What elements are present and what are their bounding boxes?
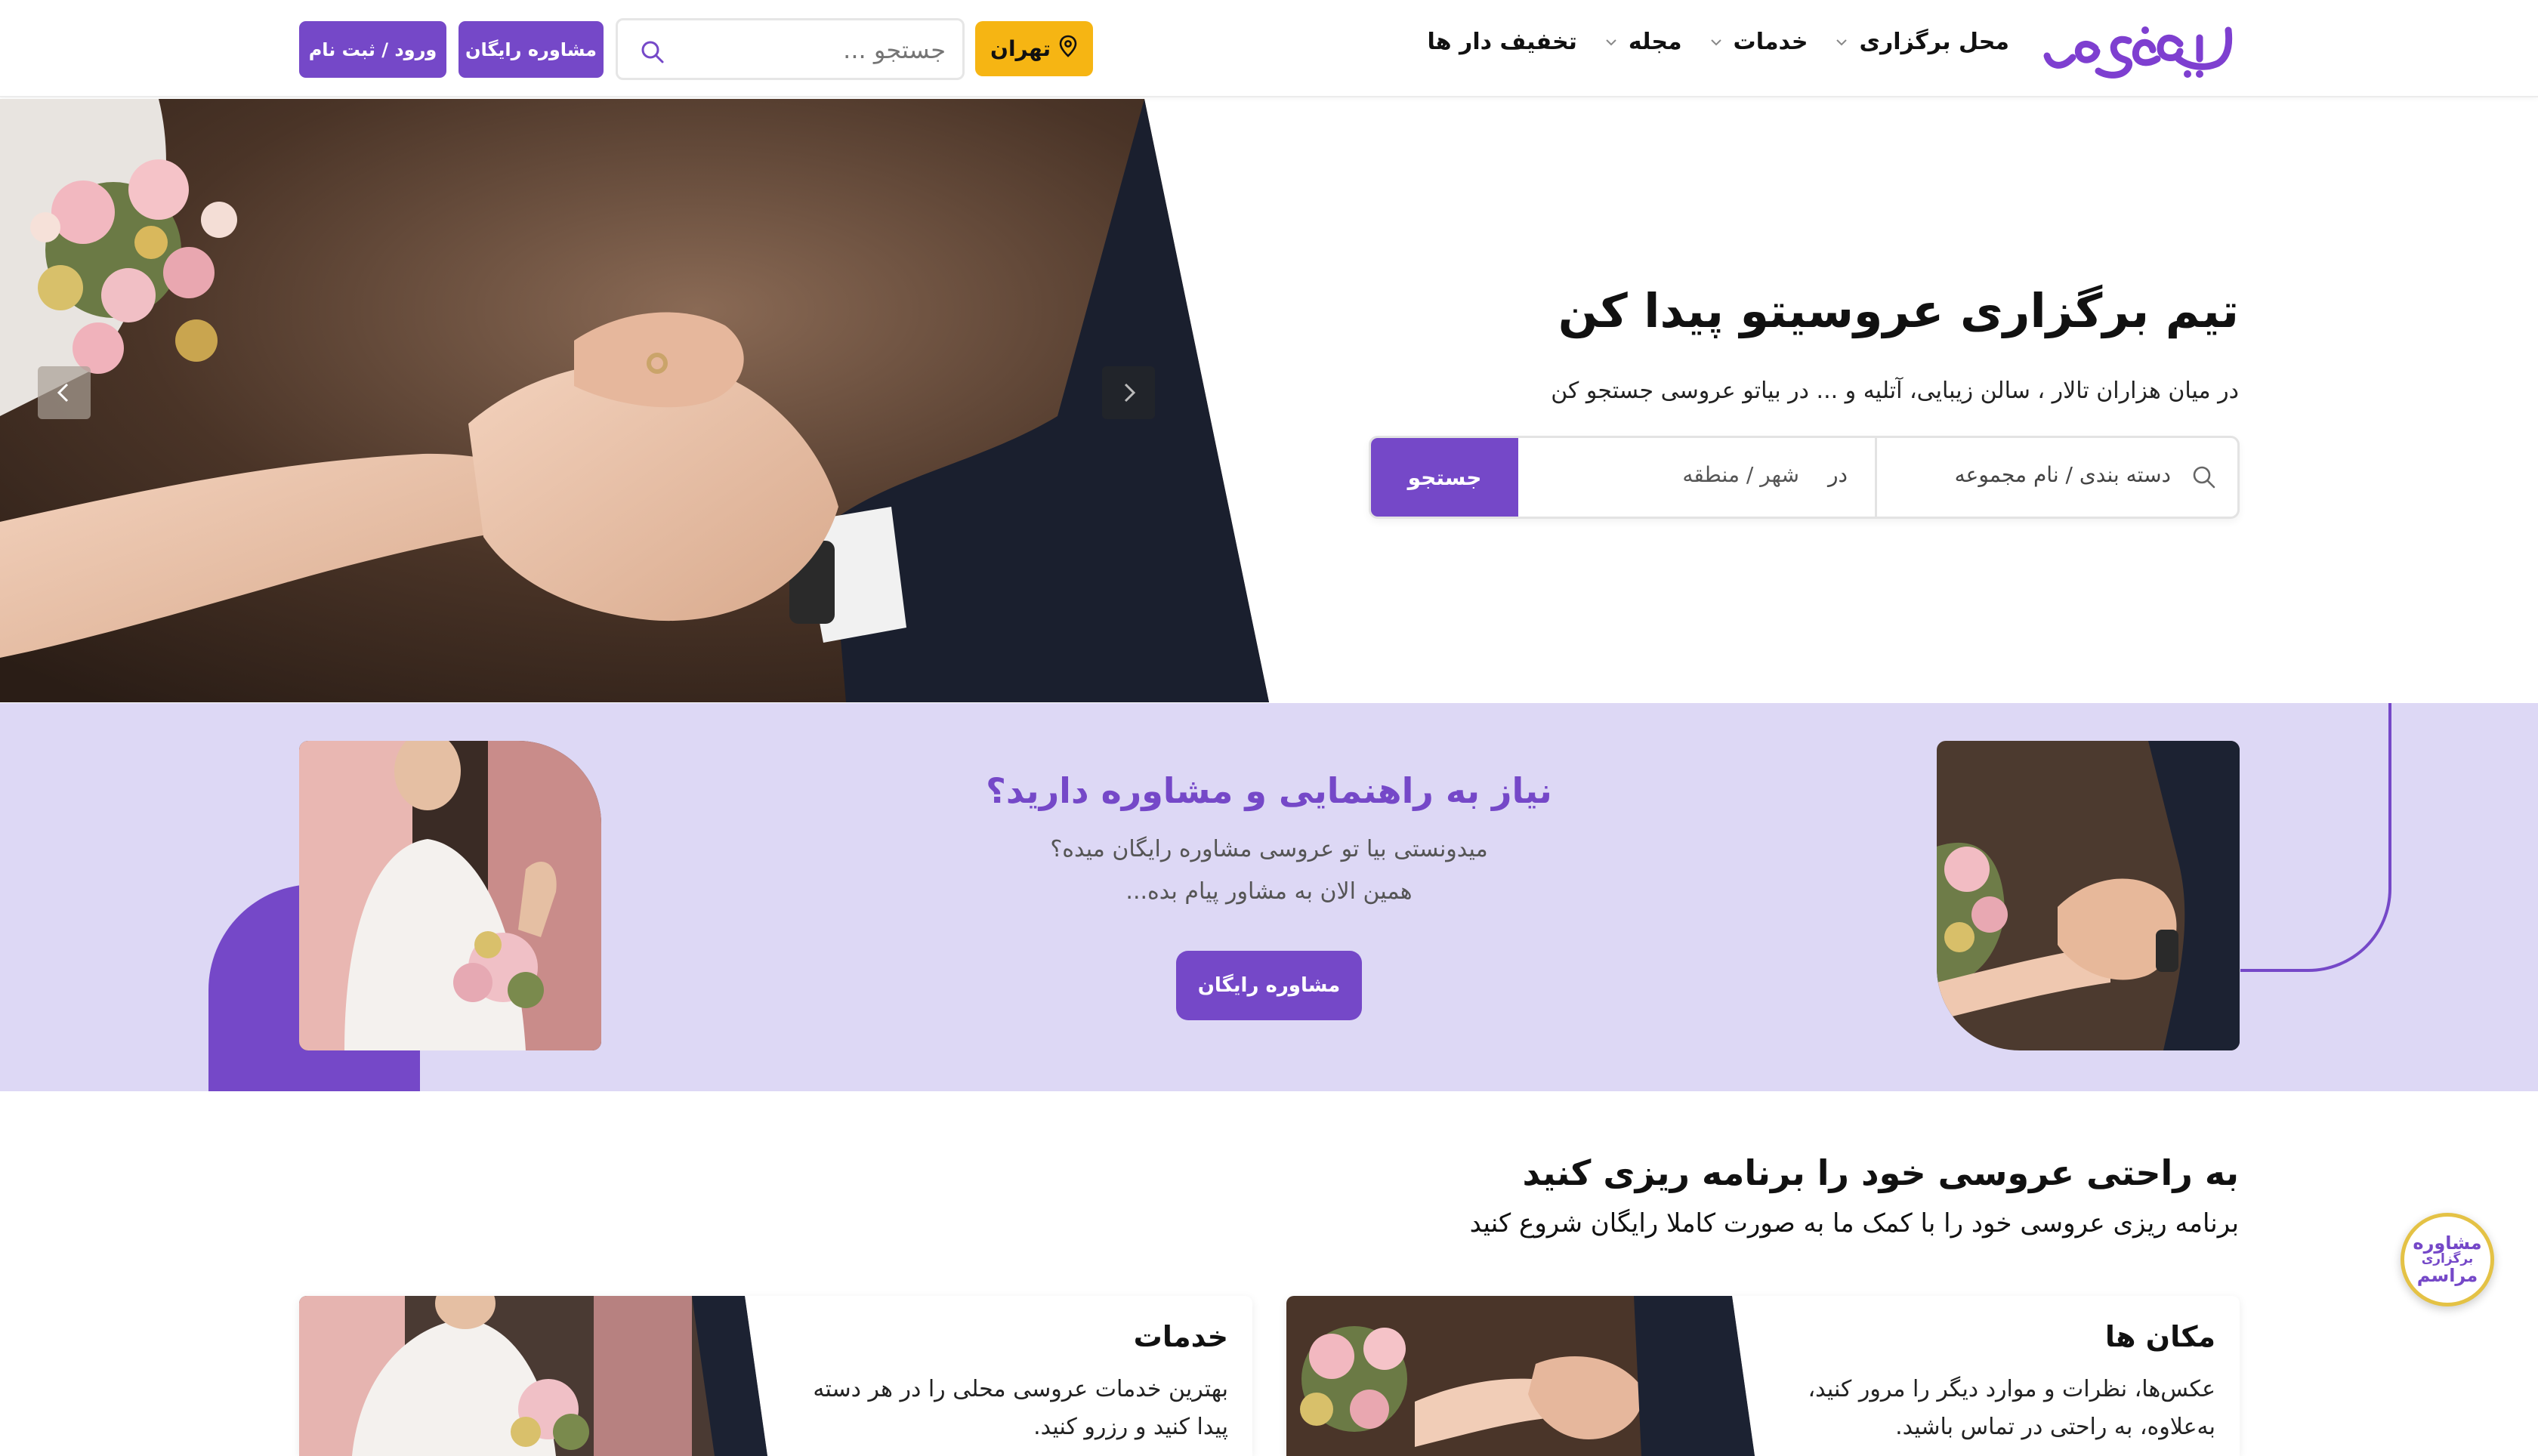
planning-subtitle: برنامه ریزی عروسی خود را با کمک ما به صو… bbox=[1469, 1208, 2239, 1239]
services-card-text-line1: بهترین خدمات عروسی محلی را در هر دسته bbox=[813, 1376, 1228, 1402]
nav-item-label: خدمات bbox=[1733, 29, 1808, 55]
venues-card-text-line1: عکس‌ها، نظرات و موارد دیگر را مرور کنید، bbox=[1808, 1376, 2215, 1402]
chevron-down-icon bbox=[1833, 34, 1850, 51]
nav-item-venues[interactable]: محل برگزاری bbox=[1833, 29, 2009, 55]
services-card-title: خدمات bbox=[1133, 1320, 1228, 1353]
city-search-field[interactable]: در شهر / منطقه bbox=[1518, 438, 1875, 517]
header-search[interactable] bbox=[616, 18, 965, 80]
free-consult-button[interactable]: مشاوره رایگان bbox=[459, 21, 604, 78]
chevron-down-icon bbox=[1603, 34, 1619, 51]
consult-text-line2: همین الان به مشاور پیام بده... bbox=[1125, 878, 1413, 905]
decorative-line bbox=[2240, 703, 2391, 972]
hero-subtitle: در میان هزاران تالار ، سالن زیبایی، آتلی… bbox=[1551, 378, 2239, 404]
logo-wordmark-icon bbox=[2043, 26, 2233, 79]
services-card-text-line2: پیدا کنید و رزرو کنید. bbox=[1033, 1414, 1228, 1440]
chevron-left-icon bbox=[57, 383, 69, 403]
chevron-down-icon bbox=[1708, 34, 1724, 51]
services-card-image bbox=[299, 1296, 767, 1456]
venues-card-image bbox=[1286, 1296, 1755, 1456]
map-pin-icon bbox=[1058, 35, 1078, 63]
float-badge-line1: مشاوره bbox=[2413, 1232, 2482, 1254]
carousel-next-button[interactable] bbox=[1102, 366, 1155, 419]
nav-item-discounts[interactable]: تخفیف دار ها bbox=[1428, 29, 1577, 55]
hero-search-bar: دسته بندی / نام مجموعه در شهر / منطقه جس… bbox=[1369, 436, 2240, 519]
category-search-field[interactable]: دسته بندی / نام مجموعه bbox=[1875, 438, 2237, 517]
venues-card-text-line2: به‌علاوه، به راحتی در تماس باشید. bbox=[1895, 1414, 2215, 1440]
nav-item-label: تخفیف دار ها bbox=[1427, 29, 1577, 55]
float-badge-line3: مراسم bbox=[2416, 1264, 2478, 1286]
consult-free-button[interactable]: مشاوره رایگان bbox=[1176, 951, 1362, 1020]
category-placeholder: دسته بندی / نام مجموعه bbox=[1954, 462, 2171, 487]
carousel-prev-button[interactable] bbox=[38, 366, 91, 419]
venues-card[interactable]: مکان ها عکس‌ها، نظرات و موارد دیگر را مر… bbox=[1286, 1296, 2240, 1456]
site-logo[interactable] bbox=[2039, 14, 2240, 85]
hero-title: تیم برگزاری عروسیتو پیدا کن bbox=[1558, 283, 2239, 338]
consult-title: نیاز به راهنمایی و مشاوره دارید؟ bbox=[986, 770, 1552, 811]
nav-item-label: محل برگزاری bbox=[1859, 29, 2009, 55]
login-register-button[interactable]: ورود / ثبت نام bbox=[299, 21, 446, 78]
city-placeholder: شهر / منطقه bbox=[1682, 462, 1799, 487]
city-label: تهران bbox=[990, 36, 1051, 61]
nav-item-label: مجله bbox=[1628, 29, 1682, 55]
chevron-right-icon bbox=[1124, 383, 1136, 403]
couple-hands-photo bbox=[1937, 741, 2240, 1050]
search-icon bbox=[2191, 464, 2218, 491]
venues-card-title: مکان ها bbox=[2104, 1320, 2215, 1353]
header-search-input[interactable] bbox=[689, 31, 946, 69]
in-label: در bbox=[1828, 462, 1848, 487]
search-icon[interactable] bbox=[639, 39, 666, 66]
services-card[interactable]: خدمات بهترین خدمات عروسی محلی را در هر د… bbox=[299, 1296, 1252, 1456]
hero-search-button[interactable]: جستجو bbox=[1371, 438, 1518, 517]
nav-item-services[interactable]: خدمات bbox=[1708, 29, 1808, 55]
planning-title: به راحتی عروسی خود را برنامه ریزی کنید bbox=[1522, 1152, 2239, 1193]
consult-text-line1: میدونستی بیا تو عروسی مشاوره رایگان میده… bbox=[1050, 836, 1488, 862]
nav-item-magazine[interactable]: مجله bbox=[1603, 29, 1682, 55]
city-select-button[interactable]: تهران bbox=[975, 21, 1093, 76]
consult-float-button[interactable]: مشاوره برگزاری مراسم bbox=[2401, 1213, 2494, 1306]
site-header: محل برگزاری خدمات مجله تخفیف دار ها تهرا… bbox=[0, 0, 2538, 97]
hero-image bbox=[0, 99, 1269, 702]
main-nav: محل برگزاری خدمات مجله تخفیف دار ها bbox=[1428, 29, 2009, 55]
bride-photo bbox=[299, 741, 601, 1050]
